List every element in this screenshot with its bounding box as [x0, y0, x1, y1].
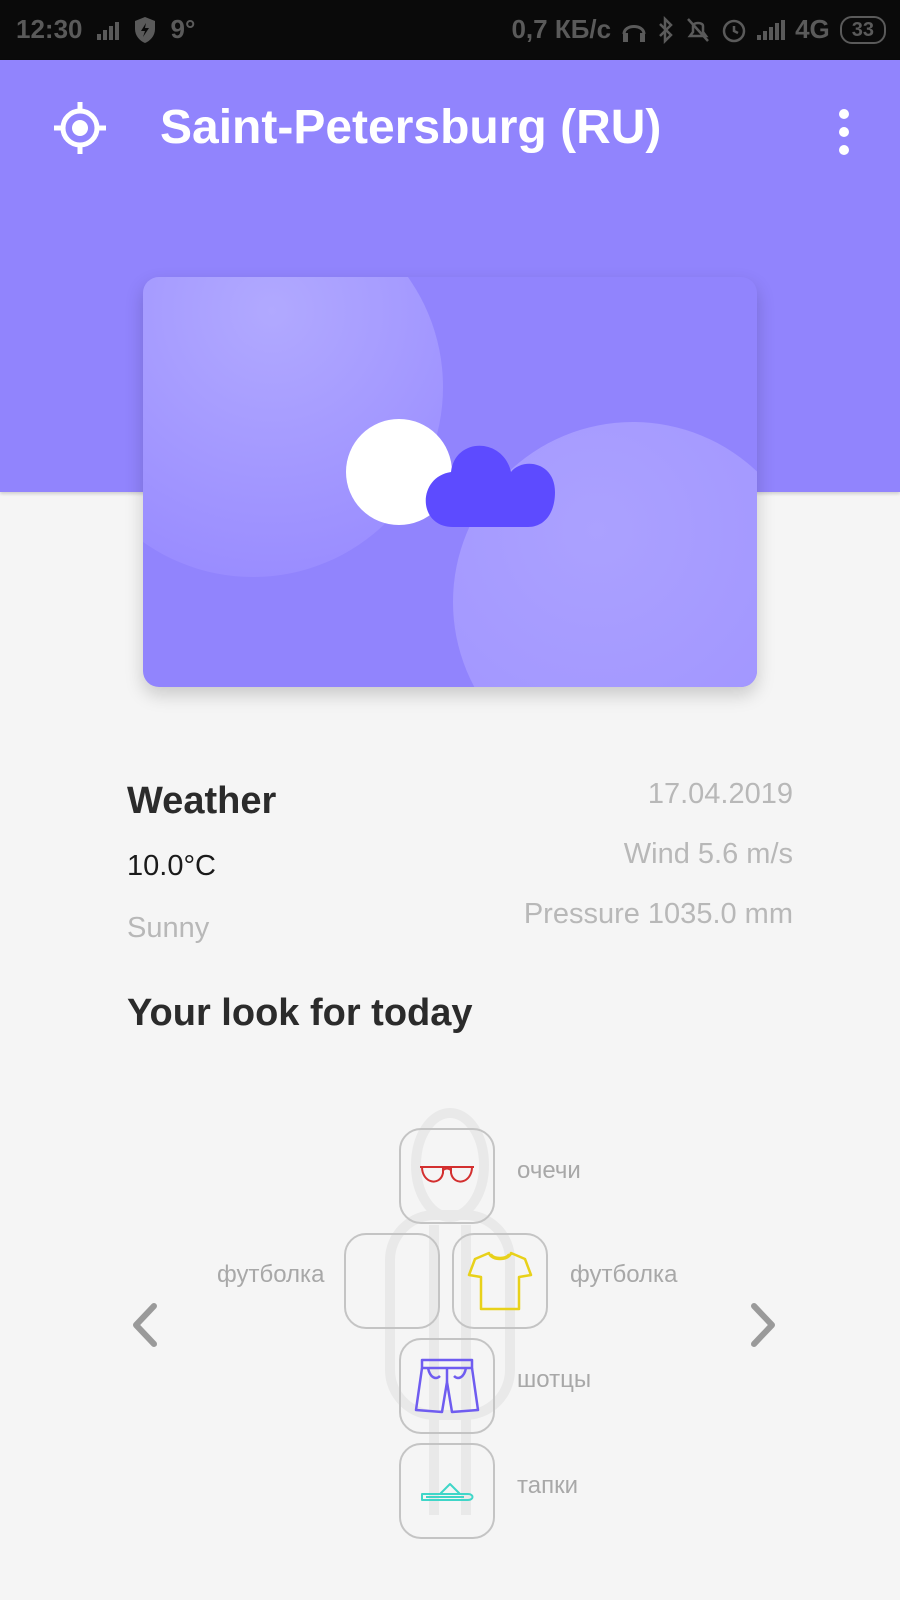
outfit-label-bottom: шотцы: [517, 1366, 592, 1393]
outfit-label-head: очечи: [517, 1157, 581, 1184]
flip-flops-icon: [421, 1483, 474, 1501]
city-title: Saint-Petersburg (RU): [160, 101, 662, 154]
outfit-label-top: футболка: [570, 1261, 678, 1288]
wind-speed: Wind 5.6 m/s: [623, 838, 793, 870]
battery-icon: 33: [839, 15, 886, 44]
outfit-slot-head[interactable]: [399, 1128, 495, 1224]
outfit-slot-top[interactable]: [452, 1233, 548, 1329]
outfit-slot-outerwear[interactable]: [344, 1233, 440, 1329]
look-heading: Your look for today: [127, 992, 473, 1034]
next-outfit-arrow-icon[interactable]: [744, 1300, 784, 1350]
weather-heading: Weather: [127, 780, 277, 822]
shorts-icon: [414, 1358, 480, 1414]
status-temperature: 9°: [170, 14, 196, 44]
network-type: 4G: [795, 14, 830, 44]
pressure-value: Pressure 1035.0 mm: [523, 898, 793, 930]
weather-card: [143, 277, 757, 687]
mute-bell-icon: [687, 17, 709, 42]
bluetooth-icon: [659, 15, 673, 44]
weather-condition: Sunny: [127, 912, 210, 944]
status-time: 12:30: [16, 14, 83, 44]
battery-level: 33: [851, 18, 874, 41]
outfit-slot-feet[interactable]: [399, 1443, 495, 1539]
more-options-icon[interactable]: [826, 108, 862, 156]
weather-card-art: [143, 277, 757, 687]
sun-cloud-icon: [346, 419, 555, 527]
outfit-label-feet: тапки: [517, 1472, 578, 1499]
status-right: 0,7 КБ/с 4G 33: [511, 14, 886, 45]
outfit-label-outerwear: футболка: [217, 1261, 325, 1288]
status-bar: 12:30 9° 0,7 КБ/с 4G 33: [0, 0, 900, 60]
network-speed: 0,7 КБ/с: [511, 14, 612, 44]
temperature-value: 10.0°C: [127, 850, 216, 882]
my-location-icon[interactable]: [52, 100, 108, 156]
headset-icon: [622, 24, 646, 42]
tshirt-icon: [467, 1251, 533, 1311]
cellular-signal-icon: [757, 19, 786, 40]
alarm-clock-icon: [722, 19, 746, 42]
outfit-slot-bottom[interactable]: [399, 1338, 495, 1434]
sunglasses-icon: [420, 1166, 474, 1183]
forecast-date: 17.04.2019: [647, 778, 793, 810]
shield-icon: [134, 16, 155, 43]
weather-info: Weather 10.0°C Sunny 17.04.2019 Wind 5.6…: [127, 770, 793, 950]
previous-outfit-arrow-icon[interactable]: [124, 1300, 164, 1350]
signal-strength-icon: [96, 20, 119, 40]
outfit-builder: очечи футболка футболка шотцы тапки: [0, 1100, 900, 1580]
status-left: 12:30 9°: [16, 14, 195, 45]
